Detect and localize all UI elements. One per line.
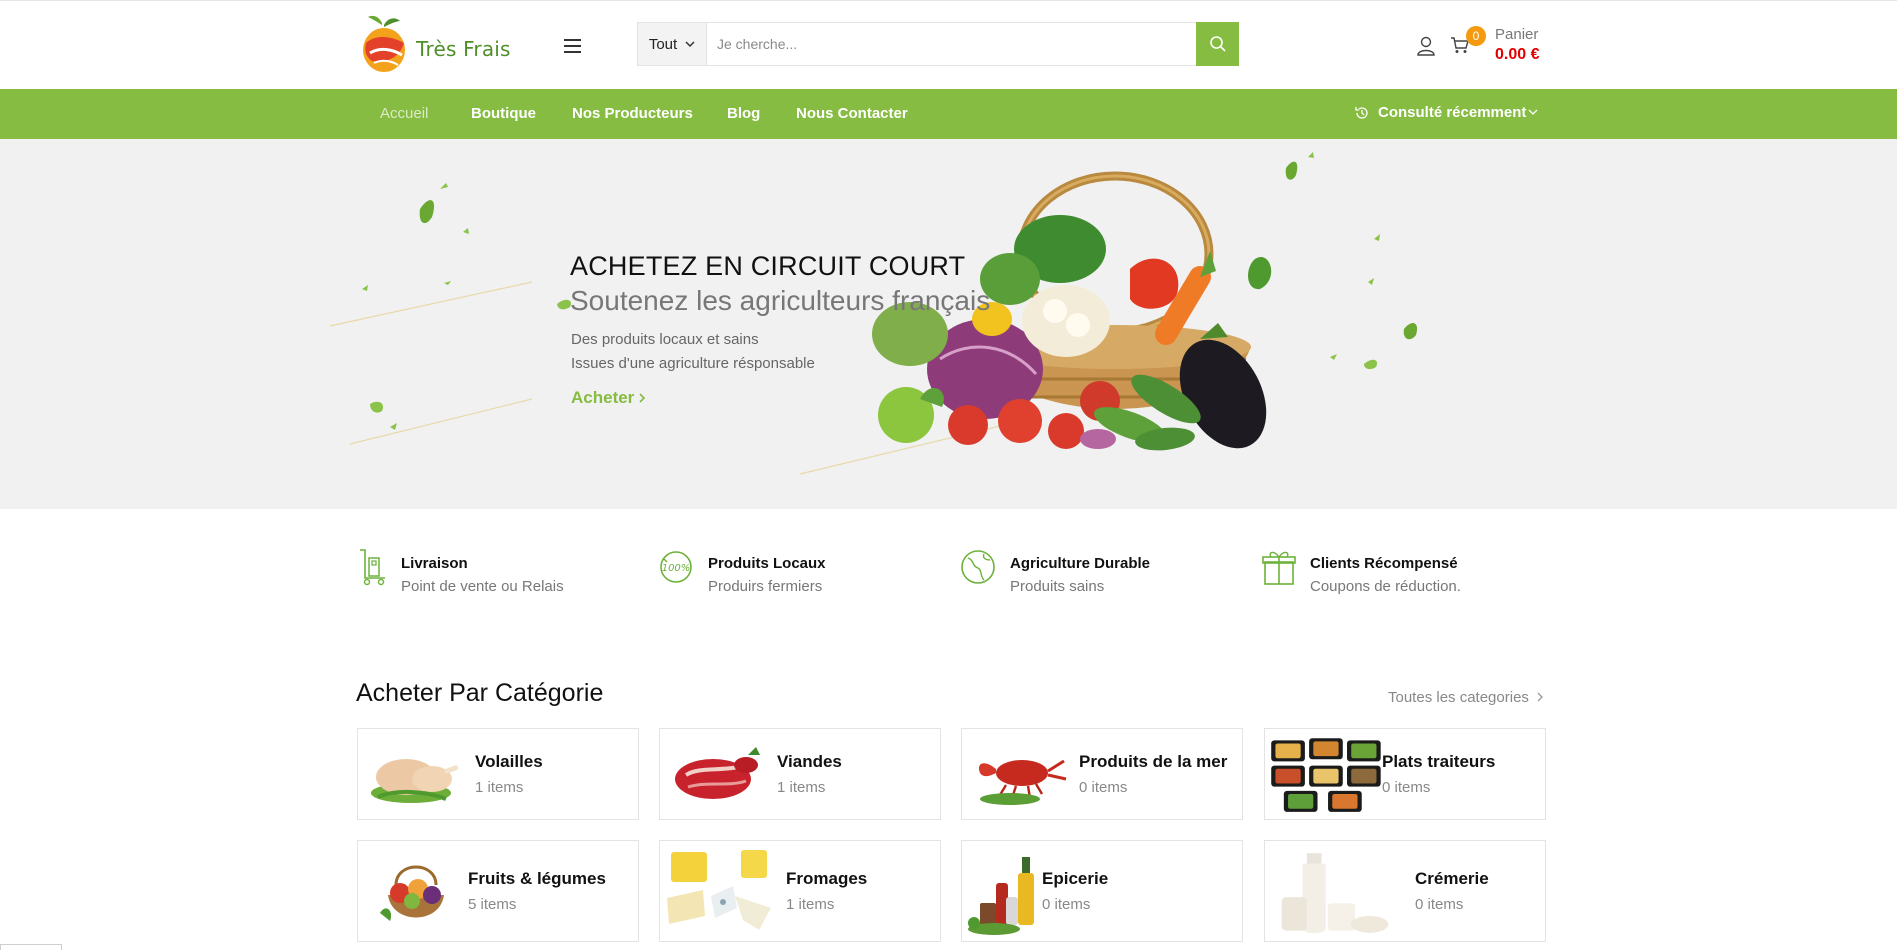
feature-title: Clients Récompensé xyxy=(1310,555,1458,572)
nav-item-contact[interactable]: Nous Contacter xyxy=(796,105,908,122)
nav-item-boutique[interactable]: Boutique xyxy=(471,105,536,122)
feature-subtitle: Produits sains xyxy=(1010,578,1105,595)
category-image-plats-traiteurs xyxy=(1271,738,1381,812)
cart-icon: 0 xyxy=(1450,26,1486,64)
nav-item-blog[interactable]: Blog xyxy=(727,105,760,122)
feature-title: Agriculture Durable xyxy=(1010,555,1151,572)
category-name: Plats traiteurs xyxy=(1382,752,1496,771)
chevron-down-icon xyxy=(685,40,695,47)
search-category-label: Tout xyxy=(648,35,678,53)
cart-total: 0.00 € xyxy=(1495,46,1540,63)
category-count: 1 items xyxy=(777,779,826,796)
logo-text: Très Frais xyxy=(416,37,511,61)
category-card-cremerie[interactable]: Crémerie 0 items xyxy=(1264,840,1546,942)
category-name: Crémerie xyxy=(1415,869,1489,888)
feature-title: Produits Locaux xyxy=(708,555,826,572)
hero-cta-label: Acheter xyxy=(571,388,635,407)
hero-text-line-2: Issues d'une agriculture résponsable xyxy=(571,355,815,372)
category-card-fromages[interactable]: Fromages 1 items xyxy=(659,840,941,942)
search-button[interactable] xyxy=(1196,22,1239,66)
category-name: Viandes xyxy=(777,752,842,771)
feature-subtitle: Point de vente ou Relais xyxy=(401,578,564,595)
features-strip: Livraison Point de vente ou Relais 100% … xyxy=(355,548,1555,598)
category-card-produits-de-la-mer[interactable]: Produits de la mer 0 items xyxy=(961,728,1243,820)
nav-item-producteurs[interactable]: Nos Producteurs xyxy=(572,105,693,122)
category-card-fruits-legumes[interactable]: Fruits & légumes 5 items xyxy=(357,840,639,942)
menu-icon[interactable] xyxy=(564,39,584,53)
chevron-right-icon xyxy=(1537,692,1544,702)
header: Très Frais Tout 0 Panier 0.00 € xyxy=(0,0,1897,89)
cart-count-badge: 0 xyxy=(1466,26,1486,46)
feature-subtitle: Produirs fermiers xyxy=(708,578,823,595)
category-count: 0 items xyxy=(1415,896,1464,913)
category-image-fromages xyxy=(667,850,771,930)
user-account-icon[interactable] xyxy=(1416,36,1436,61)
history-icon xyxy=(1355,106,1368,119)
nav-item-accueil[interactable]: Accueil xyxy=(380,105,428,122)
category-count: 0 items xyxy=(1042,896,1091,913)
category-name: Produits de la mer xyxy=(1079,752,1228,771)
svg-text:100%: 100% xyxy=(662,563,691,574)
category-count: 1 items xyxy=(786,896,835,913)
category-name: Fromages xyxy=(786,869,868,888)
all-categories-link[interactable]: Toutes les categories xyxy=(1388,689,1544,706)
category-name: Volailles xyxy=(475,752,543,771)
category-image-volailles xyxy=(371,759,459,803)
category-card-plats-traiteurs[interactable]: Plats traiteurs 0 items xyxy=(1264,728,1546,820)
feature-subtitle: Coupons de réduction. xyxy=(1310,578,1461,595)
floating-widget-tab[interactable] xyxy=(0,944,62,950)
category-card-volailles[interactable]: Volailles 1 items xyxy=(357,728,639,820)
cart-button[interactable]: 0 Panier 0.00 € xyxy=(1450,26,1539,64)
category-count: 5 items xyxy=(468,896,517,913)
feature-produits-locaux: 100% Produits Locaux Produirs fermiers xyxy=(658,548,826,595)
category-image-fruits-legumes xyxy=(380,865,444,921)
logo-fruit-icon xyxy=(360,13,410,75)
gift-icon xyxy=(1262,551,1296,585)
search-input[interactable] xyxy=(707,23,1196,65)
logo[interactable]: Très Frais xyxy=(360,13,511,75)
globe-icon xyxy=(961,550,995,584)
cart-label: Panier xyxy=(1495,26,1539,43)
hero-illustration xyxy=(329,152,1418,475)
search-icon xyxy=(1209,36,1226,52)
delivery-trolley-icon xyxy=(360,549,385,586)
feature-agriculture-durable: Agriculture Durable Produits sains xyxy=(960,548,1150,595)
recently-viewed-dropdown[interactable]: Consulté récemment xyxy=(1354,104,1538,121)
category-card-viandes[interactable]: Viandes 1 items xyxy=(659,728,941,820)
100-percent-icon: 100% xyxy=(660,551,692,583)
recently-viewed-label: Consulté récemment xyxy=(1378,104,1527,121)
all-categories-label: Toutes les categories xyxy=(1388,689,1529,706)
feature-livraison: Livraison Point de vente ou Relais xyxy=(357,548,564,595)
main-nav: Accueil Boutique Nos Producteurs Blog No… xyxy=(0,89,1897,139)
hero-title: ACHETEZ EN CIRCUIT COURT xyxy=(570,251,966,281)
hero-cta-link[interactable]: Acheter xyxy=(571,388,646,408)
category-count: 0 items xyxy=(1382,779,1431,796)
hero-text-line-1: Des produits locaux et sains xyxy=(571,331,759,348)
chevron-right-icon xyxy=(639,393,646,403)
category-count: 0 items xyxy=(1079,779,1128,796)
category-name: Fruits & légumes xyxy=(468,869,606,888)
hero-banner: ACHETEZ EN CIRCUIT COURT Soutenez les ag… xyxy=(0,139,1897,509)
category-card-epicerie[interactable]: Epicerie 0 items xyxy=(961,840,1243,942)
category-name: Epicerie xyxy=(1042,869,1109,888)
hero-subtitle: Soutenez les agriculteurs français xyxy=(570,285,991,316)
search-category-select[interactable]: Tout xyxy=(638,23,707,65)
category-image-viandes xyxy=(675,747,760,799)
category-image-cremerie xyxy=(1281,853,1389,934)
category-image-epicerie xyxy=(968,857,1034,935)
feature-title: Livraison xyxy=(401,555,468,572)
category-image-produits-de-la-mer xyxy=(978,759,1067,805)
search-bar: Tout xyxy=(637,22,1239,66)
category-count: 1 items xyxy=(475,779,524,796)
categories-title: Acheter Par Catégorie xyxy=(356,679,604,707)
chevron-down-icon xyxy=(1528,109,1538,115)
feature-clients-recompense: Clients Récompensé Coupons de réduction. xyxy=(1262,548,1461,595)
